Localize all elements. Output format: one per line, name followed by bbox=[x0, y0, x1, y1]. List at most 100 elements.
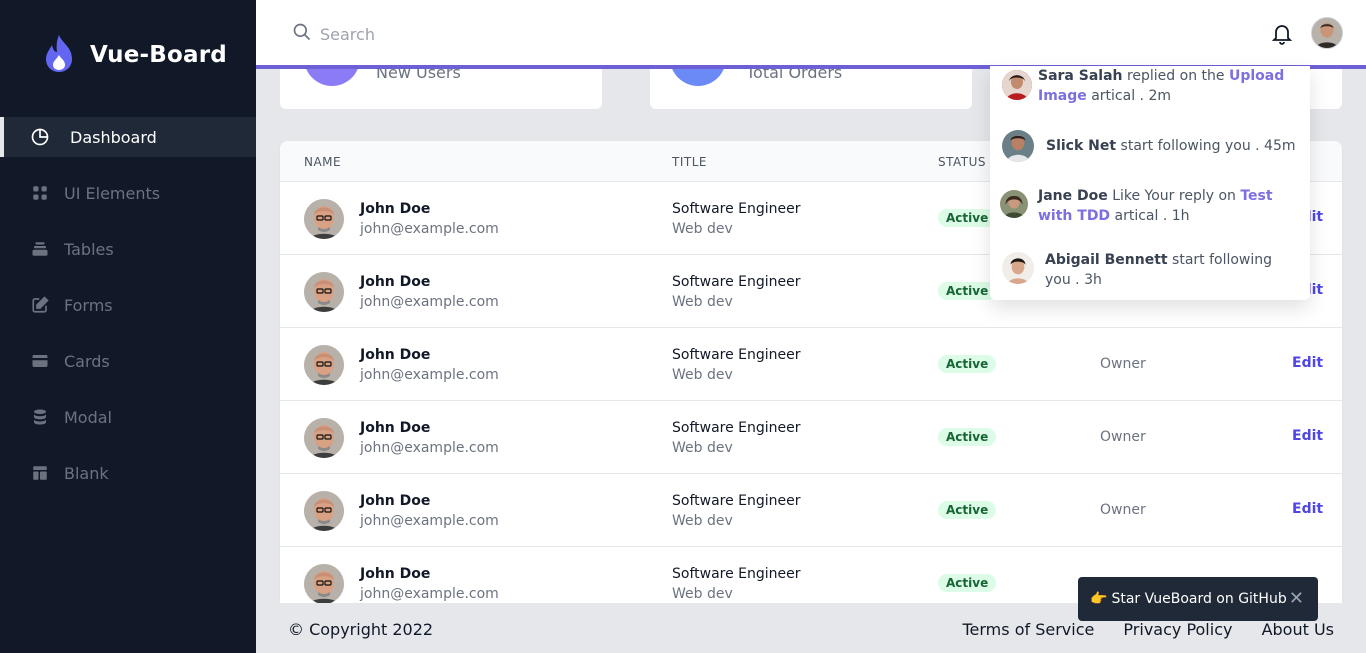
edit-link[interactable]: Edit bbox=[1292, 428, 1323, 444]
layout-icon bbox=[30, 463, 50, 483]
edit-link[interactable]: Edit bbox=[1292, 355, 1323, 371]
pie-chart-icon bbox=[30, 127, 50, 147]
footer-link-about[interactable]: About Us bbox=[1262, 620, 1334, 639]
notification-text: Abigail Bennett start following you . 3h bbox=[1045, 250, 1300, 290]
status-badge: Active bbox=[938, 209, 997, 227]
brand-name: Vue-Board bbox=[90, 42, 227, 68]
notification-message: replied on the bbox=[1126, 68, 1225, 84]
status-badge: Active bbox=[938, 501, 997, 519]
user-role: Owner bbox=[1100, 502, 1146, 518]
notification-message: Like Your reply on bbox=[1112, 188, 1236, 204]
user-email: john@example.com bbox=[360, 221, 499, 237]
user-email: john@example.com bbox=[360, 586, 499, 602]
column-header-name: NAME bbox=[304, 155, 342, 169]
flame-logo-icon bbox=[42, 33, 76, 77]
user-name: John Doe bbox=[360, 274, 431, 290]
user-department: Web dev bbox=[672, 294, 733, 310]
edit-link[interactable]: Edit bbox=[1292, 501, 1323, 517]
column-header-status: STATUS bbox=[938, 155, 987, 169]
sidebar-item-label: Forms bbox=[64, 295, 113, 315]
user-department: Web dev bbox=[672, 221, 733, 237]
status-badge: Active bbox=[938, 428, 997, 446]
avatar bbox=[304, 199, 344, 239]
user-title: Software Engineer bbox=[672, 347, 801, 363]
user-department: Web dev bbox=[672, 440, 733, 456]
database-icon bbox=[30, 407, 50, 427]
user-email: john@example.com bbox=[360, 513, 499, 529]
notification-text: Sara Salah replied on the Upload Image a… bbox=[1038, 66, 1293, 106]
user-title: Software Engineer bbox=[672, 274, 801, 290]
notification-text: Slick Net start following you . 45m bbox=[1046, 136, 1301, 156]
user-title: Software Engineer bbox=[672, 566, 801, 582]
sidebar-item-label: Cards bbox=[64, 351, 110, 371]
user-department: Web dev bbox=[672, 513, 733, 529]
sidebar-item-ui-elements[interactable]: UI Elements bbox=[0, 173, 256, 213]
column-header-title: TITLE bbox=[672, 155, 707, 169]
card-icon bbox=[30, 351, 50, 371]
brand[interactable]: Vue-Board bbox=[42, 33, 227, 77]
notification-message: start following you . 45m bbox=[1120, 138, 1296, 154]
footer-links: Terms of Service Privacy Policy About Us bbox=[938, 620, 1334, 639]
search-icon bbox=[292, 22, 312, 46]
sidebar-nav: Dashboard UI Elements Tables Forms Cards bbox=[0, 117, 256, 509]
sidebar: Vue-Board Dashboard UI Elements Tables F… bbox=[0, 0, 256, 653]
user-role: Owner bbox=[1100, 356, 1146, 372]
user-email: john@example.com bbox=[360, 294, 499, 310]
notification-meta: artical . 2m bbox=[1091, 88, 1171, 104]
search-input[interactable] bbox=[320, 24, 620, 44]
status-badge: Active bbox=[938, 355, 997, 373]
user-avatar[interactable] bbox=[1311, 17, 1343, 49]
footer-link-privacy[interactable]: Privacy Policy bbox=[1123, 620, 1232, 639]
notification-user: Slick Net bbox=[1046, 138, 1117, 154]
avatar bbox=[1000, 190, 1028, 218]
github-star-toast[interactable]: 👉 Star VueBoard on GitHub ✕ bbox=[1078, 577, 1318, 621]
user-email: john@example.com bbox=[360, 367, 499, 383]
avatar bbox=[1002, 130, 1034, 162]
user-title: Software Engineer bbox=[672, 493, 801, 509]
sidebar-item-label: UI Elements bbox=[64, 183, 161, 203]
grid-icon bbox=[30, 183, 50, 203]
notification-text: Jane Doe Like Your reply on Test with TD… bbox=[1038, 186, 1293, 226]
avatar bbox=[304, 564, 344, 603]
avatar bbox=[304, 491, 344, 531]
user-title: Software Engineer bbox=[672, 201, 801, 217]
stack-icon bbox=[30, 239, 50, 259]
sidebar-item-label: Dashboard bbox=[70, 127, 157, 147]
user-name: John Doe bbox=[360, 493, 431, 509]
status-badge: Active bbox=[938, 282, 997, 300]
table-row: John Doe john@example.com Software Enginee… bbox=[280, 474, 1342, 547]
user-role: Owner bbox=[1100, 429, 1146, 445]
search-bar bbox=[292, 22, 620, 46]
sidebar-item-forms[interactable]: Forms bbox=[0, 285, 256, 325]
sidebar-item-blank[interactable]: Blank bbox=[0, 453, 256, 493]
toast-text: Star VueBoard on GitHub bbox=[1111, 591, 1287, 607]
notification-user: Abigail Bennett bbox=[1045, 252, 1168, 268]
top-header bbox=[256, 0, 1366, 69]
notification-user: Jane Doe bbox=[1038, 188, 1108, 204]
user-name: John Doe bbox=[360, 201, 431, 217]
status-badge: Active bbox=[938, 574, 997, 592]
sidebar-item-label: Tables bbox=[64, 239, 114, 259]
sidebar-item-modal[interactable]: Modal bbox=[0, 397, 256, 437]
sidebar-item-tables[interactable]: Tables bbox=[0, 229, 256, 269]
notifications-dropdown: Sara Salah replied on the Upload Image a… bbox=[990, 66, 1310, 300]
notification-user: Sara Salah bbox=[1038, 68, 1123, 84]
avatar bbox=[304, 418, 344, 458]
notification-meta: artical . 1h bbox=[1114, 208, 1190, 224]
sidebar-item-label: Modal bbox=[64, 407, 112, 427]
avatar bbox=[1002, 70, 1032, 100]
user-name: John Doe bbox=[360, 347, 431, 363]
pointing-hand-icon: 👉 bbox=[1090, 591, 1108, 607]
user-department: Web dev bbox=[672, 367, 733, 383]
bell-icon[interactable] bbox=[1270, 21, 1294, 45]
user-email: john@example.com bbox=[360, 440, 499, 456]
avatar bbox=[304, 272, 344, 312]
close-icon[interactable]: ✕ bbox=[1289, 588, 1304, 609]
copyright: © Copyright 2022 bbox=[288, 620, 434, 639]
table-row: John Doe john@example.com Software Enginee… bbox=[280, 328, 1342, 401]
sidebar-item-cards[interactable]: Cards bbox=[0, 341, 256, 381]
avatar bbox=[304, 345, 344, 385]
sidebar-item-dashboard[interactable]: Dashboard bbox=[0, 117, 256, 157]
footer-link-terms[interactable]: Terms of Service bbox=[962, 620, 1094, 639]
sidebar-item-label: Blank bbox=[64, 463, 109, 483]
